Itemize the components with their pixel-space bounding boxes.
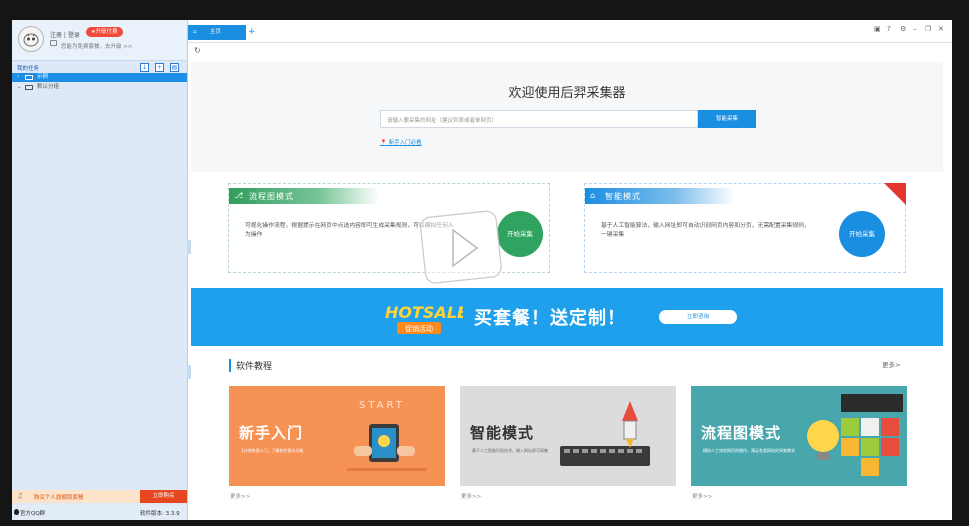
- tutorials-title: 软件教程: [229, 359, 272, 372]
- download-icon[interactable]: ↓: [140, 63, 149, 72]
- qq-group-link[interactable]: 官方QQ群: [20, 509, 45, 517]
- tree-item-example[interactable]: › 示例: [12, 73, 187, 82]
- svg-text:START: START: [359, 400, 405, 411]
- beginner-guide-link[interactable]: 📍 新手入门必看: [380, 138, 422, 146]
- qq-icon: [14, 509, 19, 515]
- card-more-link[interactable]: 更多>>: [692, 492, 712, 500]
- tree-item-label: 示例: [37, 74, 49, 80]
- hero-section: 欢迎使用后羿采集器 请输入要采集的网址（建议列表或者单网页） 智能采集 📍 新手…: [191, 62, 943, 172]
- flowchart-icon: ⎇: [234, 191, 244, 200]
- card-title: 新手入门: [239, 424, 304, 442]
- tasks-title: 我的任务: [17, 66, 40, 72]
- chevron-down-icon[interactable]: ⌄: [17, 83, 22, 92]
- refresh-icon[interactable]: ↻: [194, 46, 201, 55]
- upgrade-button[interactable]: 升级付费: [86, 27, 123, 37]
- mode-header: ⌂ 智能模式: [585, 188, 735, 204]
- main-content: 欢迎使用后羿采集器 请输入要采集的网址（建议列表或者单网页） 智能采集 📍 新手…: [191, 62, 943, 520]
- sidebar-footer: 官方QQ群 软件版本: 3.3.9: [12, 505, 187, 520]
- tutorial-card-flowchart[interactable]: 流程图模式 模拟人工浏览网页的操作，满足各类网站的采集需求: [691, 386, 907, 486]
- promo-bar: ♫ 购买个人旗舰版套餐 立即购买: [12, 490, 187, 503]
- play-video-icon[interactable]: [419, 208, 505, 288]
- sidebar: 注册 | 登录 升级付费 您能为免费套餐，去升级 >> 我的任务 ↓ + ▤ ›…: [12, 20, 188, 520]
- gear-icon[interactable]: ⚙: [900, 25, 906, 33]
- tab-home[interactable]: ⌂ 主页: [188, 25, 246, 40]
- help-icon[interactable]: ?: [887, 25, 891, 33]
- mode-title: 智能模式: [605, 192, 641, 201]
- card-more-link[interactable]: 更多>>: [461, 492, 481, 500]
- mode-description: 基于人工智能算法，输入网址即可自动识别网页内容和分页，无需配置采集规则，一键采集: [601, 223, 810, 238]
- buy-now-button[interactable]: 立即购买: [140, 490, 187, 503]
- url-input-placeholder: 请输入要采集的网址（建议列表或者单网页）: [387, 118, 498, 124]
- card-more-link[interactable]: 更多>>: [230, 492, 250, 500]
- card-subtitle: 基于人工智能识别技术，输入网址即可采集: [472, 448, 548, 453]
- page-title: 欢迎使用后羿采集器: [508, 86, 626, 101]
- minimize-icon[interactable]: –: [913, 25, 917, 33]
- tasks-header: 我的任务 ↓ + ▤: [12, 62, 187, 73]
- card-subtitle: 模拟人工浏览网页的操作，满足各类网站的采集需求: [703, 448, 795, 453]
- new-folder-icon[interactable]: ▤: [170, 63, 179, 72]
- upgrade-tip[interactable]: 您能为免费套餐，去升级 >>: [61, 42, 132, 50]
- tab-label: 主页: [210, 29, 222, 35]
- guide-label: 新手入门必看: [388, 140, 422, 146]
- svg-text:HOTSALE: HOTSALE: [385, 303, 463, 322]
- smart-collect-button[interactable]: 智能采集: [698, 110, 756, 128]
- skin-icon[interactable]: ▣: [874, 25, 881, 33]
- url-input[interactable]: 请输入要采集的网址（建议列表或者单网页）: [380, 110, 698, 128]
- megaphone-icon: ♫: [17, 492, 24, 500]
- folder-icon: [25, 85, 33, 90]
- add-task-icon[interactable]: +: [155, 63, 164, 72]
- tree-item-default-group[interactable]: ⌄ 默认分组: [12, 83, 187, 92]
- user-panel: 注册 | 登录 升级付费 您能为免费套餐，去升级 >>: [12, 20, 187, 61]
- hot-flag-icon: [884, 183, 906, 205]
- login-link[interactable]: 注册 | 登录: [50, 30, 80, 39]
- smart-mode-card[interactable]: ⌂ 智能模式 基于人工智能算法，输入网址即可自动识别网页内容和分页，无需配置采集…: [584, 183, 906, 273]
- banner-text: 买套餐！送定制！: [474, 308, 626, 329]
- avatar[interactable]: [18, 26, 44, 52]
- promo-text: 购买个人旗舰版套餐: [34, 495, 84, 501]
- mode-title: 流程图模式: [249, 192, 294, 201]
- tree-item-label: 默认分组: [37, 84, 60, 90]
- tab-bar: ⌂ 主页 + ▣ ? ⚙ – ❐ ✕: [188, 20, 952, 43]
- home-icon: ⌂: [193, 29, 197, 35]
- home-icon: ⌂: [590, 191, 596, 200]
- chevron-right-icon[interactable]: ›: [17, 73, 19, 82]
- card-title: 智能模式: [470, 424, 535, 442]
- close-icon[interactable]: ✕: [938, 25, 944, 33]
- svg-text:促销活动: 促销活动: [405, 324, 433, 333]
- card-title: 流程图模式: [701, 424, 782, 442]
- start-smart-button[interactable]: 开始采集: [839, 211, 885, 257]
- maximize-icon[interactable]: ❐: [925, 25, 931, 33]
- card-subtitle: 3分钟快速入门，了解软件基本功能: [241, 448, 304, 453]
- add-tab-button[interactable]: +: [248, 25, 256, 40]
- version-label: 软件版本: 3.3.9: [140, 511, 180, 517]
- tutorial-card-beginner[interactable]: START 新手入门 3分钟快速入门，了解软件基本功能: [229, 386, 445, 486]
- app-window: 注册 | 登录 升级付费 您能为免费套餐，去升级 >> 我的任务 ↓ + ▤ ›…: [12, 20, 952, 520]
- tutorials-more-link[interactable]: 更多>: [882, 359, 900, 369]
- hotsale-logo: HOTSALE 促销活动: [385, 303, 463, 334]
- package-icon: [50, 40, 57, 46]
- consult-button[interactable]: 立即咨询: [659, 310, 737, 324]
- folder-icon: [25, 75, 33, 80]
- mode-header: ⎇ 流程图模式: [229, 188, 379, 204]
- tutorial-card-smart[interactable]: 智能模式 基于人工智能识别技术，输入网址即可采集: [460, 386, 676, 486]
- promo-banner[interactable]: HOTSALE 促销活动 买套餐！送定制！ 立即咨询: [191, 288, 943, 346]
